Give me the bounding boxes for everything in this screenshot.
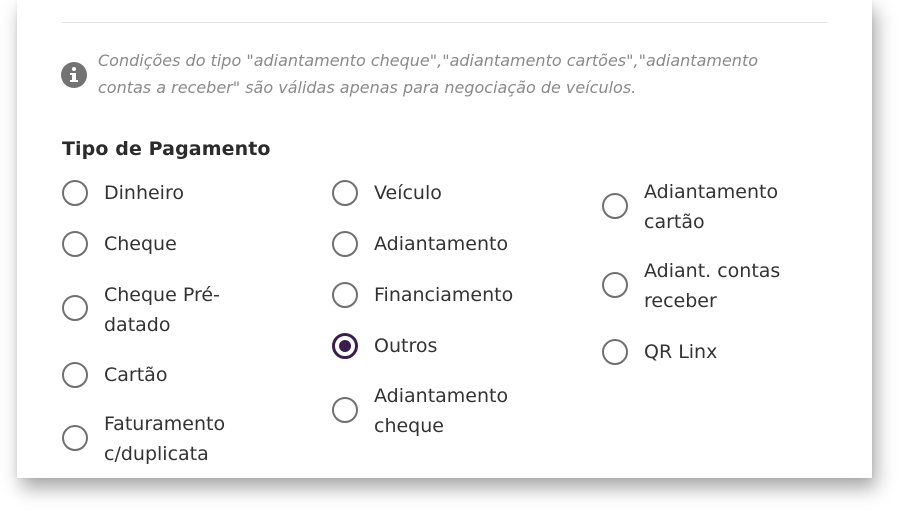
radio-label: Cheque Pré-datado bbox=[104, 284, 220, 336]
radio-button[interactable] bbox=[62, 180, 88, 206]
radio-label: Cartão bbox=[104, 364, 168, 386]
radio-label: Adiantamento bbox=[374, 233, 509, 255]
radio-option-faturamento-duplicata[interactable]: Faturamento c/duplicata bbox=[62, 409, 302, 469]
radio-label: QR Linx bbox=[644, 341, 718, 363]
radio-label: Financiamento bbox=[374, 284, 514, 306]
radio-button[interactable] bbox=[602, 272, 628, 298]
radio-label: Outros bbox=[374, 335, 438, 357]
info-notice-text: Condições do tipo "adiantamento cheque",… bbox=[98, 51, 759, 97]
info-icon bbox=[61, 62, 87, 88]
radio-button[interactable] bbox=[332, 180, 358, 206]
radio-label: Adiantamento cheque bbox=[374, 385, 509, 437]
section-title: Tipo de Pagamento bbox=[62, 138, 271, 160]
radio-button[interactable] bbox=[602, 339, 628, 365]
radio-button[interactable] bbox=[62, 295, 88, 321]
radio-button-selected[interactable] bbox=[332, 333, 358, 359]
radio-label: Adiant. contas receber bbox=[644, 260, 781, 312]
radio-option-qr-linx[interactable]: QR Linx bbox=[602, 337, 842, 397]
radio-button[interactable] bbox=[62, 231, 88, 257]
radio-button[interactable] bbox=[332, 231, 358, 257]
radio-option-adiantamento-cartao[interactable]: Adiantamento cartão bbox=[602, 177, 842, 237]
radio-button[interactable] bbox=[332, 397, 358, 423]
top-divider bbox=[62, 22, 827, 23]
payment-type-panel: Condições do tipo "adiantamento cheque",… bbox=[17, 0, 872, 478]
radio-label: Veículo bbox=[374, 182, 442, 204]
radio-button[interactable] bbox=[62, 362, 88, 388]
radio-label: Faturamento c/duplicata bbox=[104, 413, 226, 465]
radio-button[interactable] bbox=[602, 193, 628, 219]
radio-label: Adiantamento cartão bbox=[644, 181, 779, 233]
radio-label: Dinheiro bbox=[104, 182, 184, 204]
radio-button[interactable] bbox=[62, 425, 88, 451]
radio-button[interactable] bbox=[332, 282, 358, 308]
radio-option-cheque-pre-datado[interactable]: Cheque Pré-datado bbox=[62, 280, 302, 340]
radio-option-adiant-contas-receber[interactable]: Adiant. contas receber bbox=[602, 256, 842, 316]
radio-label: Cheque bbox=[104, 233, 177, 255]
radio-option-adiantamento-cheque[interactable]: Adiantamento cheque bbox=[332, 381, 572, 441]
